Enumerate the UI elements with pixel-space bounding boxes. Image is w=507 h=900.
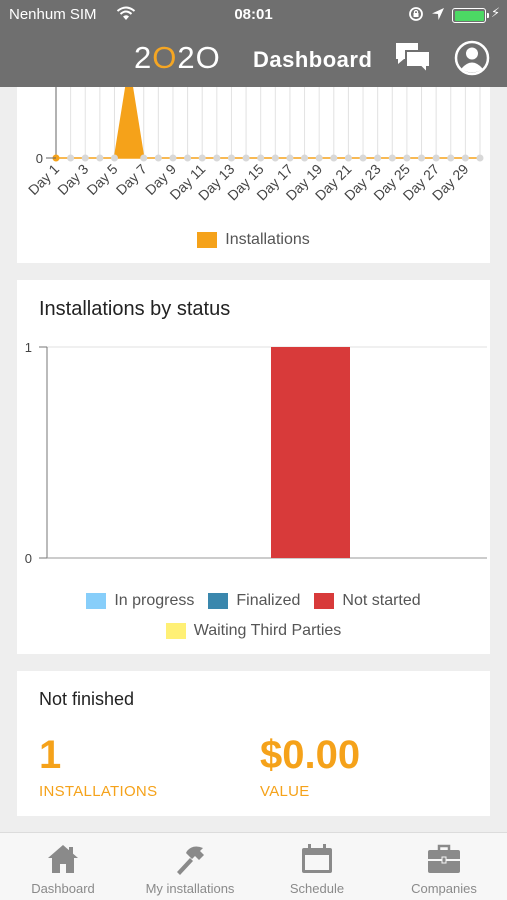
chat-icon[interactable] bbox=[394, 41, 432, 75]
tab-schedule[interactable]: Schedule bbox=[254, 833, 380, 900]
tab-label: Schedule bbox=[289, 881, 345, 896]
legend-item-installations: Installations bbox=[197, 231, 310, 249]
x-tick-label: Day 1 bbox=[25, 161, 62, 198]
data-point bbox=[154, 154, 162, 162]
data-point bbox=[110, 154, 118, 162]
legend-label: Finalized bbox=[236, 592, 301, 609]
legend-swatch bbox=[208, 593, 229, 609]
legend-label: In progress bbox=[114, 592, 195, 609]
data-point bbox=[330, 154, 338, 162]
total-value: $0.00 bbox=[260, 733, 361, 777]
legend-item-waiting-third-parties: Waiting Third Parties bbox=[165, 622, 342, 640]
data-point bbox=[315, 154, 323, 162]
y-tick-label: 1 bbox=[25, 340, 32, 355]
data-point bbox=[447, 154, 455, 162]
legend-swatch bbox=[86, 593, 107, 609]
tab-my-installations[interactable]: My installations bbox=[127, 833, 253, 900]
app-header: 2O2O Dashboard bbox=[0, 30, 507, 87]
charging-bolt-icon: ⚡ bbox=[491, 5, 501, 20]
tab-companies[interactable]: Companies bbox=[381, 833, 507, 900]
legend-label: Installations bbox=[225, 231, 310, 248]
x-tick-label: Day 5 bbox=[83, 161, 120, 198]
data-point bbox=[476, 154, 484, 162]
data-point bbox=[227, 154, 235, 162]
tab-label: My installations bbox=[145, 881, 235, 896]
installations-count: 1 bbox=[39, 733, 62, 777]
status-legend-row-1: In progress Finalized Not started bbox=[17, 592, 490, 610]
data-point bbox=[257, 154, 265, 162]
calendar-icon bbox=[302, 844, 332, 873]
tab-label: Companies bbox=[411, 881, 477, 896]
data-point bbox=[169, 154, 177, 162]
legend-swatch bbox=[197, 232, 218, 248]
not-finished-title: Not finished bbox=[39, 689, 135, 709]
installations-legend: Installations bbox=[17, 231, 490, 249]
data-point bbox=[184, 154, 192, 162]
data-point bbox=[140, 154, 148, 162]
battery-icon bbox=[452, 8, 489, 23]
bar-not-started bbox=[271, 347, 350, 558]
location-arrow-icon bbox=[432, 8, 444, 20]
total-value-label: VALUE bbox=[260, 783, 310, 800]
data-point bbox=[388, 154, 396, 162]
legend-item-finalized: Finalized bbox=[208, 592, 300, 610]
data-point bbox=[432, 154, 440, 162]
legend-swatch bbox=[165, 623, 186, 639]
status-bar: Nenhum SIM 08:01 ⚡ bbox=[0, 0, 507, 30]
app-logo: 2O2O bbox=[134, 40, 221, 75]
data-point bbox=[359, 154, 367, 162]
data-point bbox=[344, 154, 352, 162]
legend-swatch bbox=[314, 593, 335, 609]
data-point bbox=[67, 154, 75, 162]
house-icon bbox=[48, 845, 78, 873]
data-point bbox=[81, 154, 89, 162]
installations-count-label: INSTALLATIONS bbox=[39, 783, 158, 800]
legend-item-not-started: Not started bbox=[314, 592, 421, 610]
hammer-icon bbox=[177, 846, 204, 875]
page-title: Dashboard bbox=[253, 47, 373, 72]
data-point bbox=[271, 154, 279, 162]
installations-area bbox=[56, 87, 480, 159]
installations-per-day-card: 0 Day 1 Day 3 Day 5 Day 7 Day 9 Day 11 Day 13 Da… bbox=[17, 87, 490, 263]
tab-label: Dashboard bbox=[31, 881, 95, 896]
x-tick-label: Day 7 bbox=[113, 161, 150, 198]
y-tick-label: 0 bbox=[36, 151, 43, 166]
data-point bbox=[96, 154, 104, 162]
data-point bbox=[301, 154, 309, 162]
briefcase-icon bbox=[428, 844, 460, 873]
data-point bbox=[286, 154, 294, 162]
x-tick-label: Day 3 bbox=[54, 161, 91, 198]
legend-label: Not started bbox=[342, 592, 421, 609]
y-tick-label: 0 bbox=[25, 551, 32, 566]
legend-item-in-progress: In progress bbox=[86, 592, 194, 610]
tab-dashboard[interactable]: Dashboard bbox=[0, 833, 126, 900]
legend-label: Waiting Third Parties bbox=[193, 622, 342, 639]
status-legend-row-2: Waiting Third Parties bbox=[17, 622, 490, 640]
data-point bbox=[198, 154, 206, 162]
rotation-lock-icon bbox=[409, 7, 423, 21]
data-point bbox=[403, 154, 411, 162]
data-point bbox=[213, 154, 221, 162]
not-finished-card: Not finished 1 INSTALLATIONS $0.00 VALUE bbox=[17, 671, 490, 816]
data-point bbox=[242, 154, 250, 162]
data-point bbox=[461, 154, 469, 162]
installations-by-status-chart: 10 bbox=[25, 340, 487, 566]
user-profile-icon[interactable] bbox=[454, 40, 490, 76]
data-point bbox=[374, 154, 382, 162]
data-point bbox=[418, 154, 426, 162]
installations-by-status-card: Installations by status 10 In progress F… bbox=[17, 280, 490, 654]
bottom-tab-bar: Dashboard My installations Schedule Comp… bbox=[0, 832, 507, 900]
